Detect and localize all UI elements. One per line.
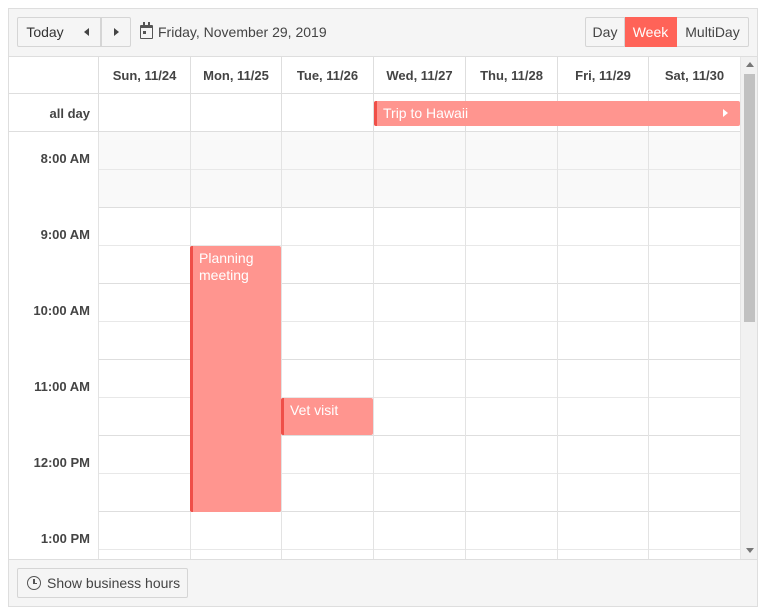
time-label: 11:00 AM: [34, 379, 90, 394]
show-business-hours-button[interactable]: Show business hours: [17, 568, 188, 598]
event-planning-meeting[interactable]: Planning meeting: [190, 246, 281, 512]
time-label: 9:00 AM: [40, 227, 90, 242]
allday-cell[interactable]: [98, 94, 190, 132]
event-title: Vet visit: [290, 402, 339, 418]
time-label: 10:00 AM: [33, 303, 90, 318]
time-slot[interactable]: [98, 550, 740, 559]
day-divider: [373, 132, 374, 559]
time-label: 8:00 AM: [40, 151, 90, 166]
day-divider: [281, 132, 282, 559]
business-hours-label: Show business hours: [47, 575, 181, 591]
event-trip-to-hawaii[interactable]: Trip to Hawaii: [374, 101, 740, 126]
time-slot[interactable]: [98, 208, 740, 246]
event-vet-visit[interactable]: Vet visit: [281, 398, 373, 435]
event-title: Trip to Hawaii: [383, 105, 469, 121]
scrollbar-thumb[interactable]: [744, 74, 755, 322]
footer: Show business hours: [9, 559, 757, 606]
clock-icon: [27, 576, 41, 590]
toolbar: Today Friday, November 29, 2019 Day Week…: [9, 9, 757, 57]
allday-label: all day: [49, 105, 90, 121]
week-grid: Sun, 11/24 Mon, 11/25 Tue, 11/26 Wed, 11…: [9, 57, 757, 559]
current-date: Friday, November 29, 2019: [158, 24, 327, 40]
view-week-button[interactable]: Week: [625, 17, 677, 47]
time-label: 1:00 PM: [40, 531, 90, 546]
time-label: 12:00 PM: [33, 455, 90, 470]
scheduler: Today Friday, November 29, 2019 Day Week…: [8, 8, 758, 607]
next-button[interactable]: [101, 17, 131, 47]
scroll-down-icon[interactable]: [746, 548, 754, 553]
day-header: Mon, 11/25: [190, 57, 281, 94]
day-divider: [465, 132, 466, 559]
continues-right-icon: [723, 109, 728, 117]
time-slot[interactable]: [98, 512, 740, 550]
time-slot[interactable]: [98, 132, 740, 170]
time-slot[interactable]: [98, 170, 740, 208]
scroll-up-icon[interactable]: [746, 62, 754, 67]
caret-right-icon: [113, 28, 119, 36]
day-header-row: Sun, 11/24 Mon, 11/25 Tue, 11/26 Wed, 11…: [9, 57, 740, 94]
day-divider: [648, 132, 649, 559]
day-header: Fri, 11/29: [557, 57, 648, 94]
day-header: Wed, 11/27: [373, 57, 465, 94]
day-header: Sat, 11/30: [648, 57, 740, 94]
day-divider: [98, 132, 99, 559]
calendar-icon: [140, 22, 153, 39]
allday-cell[interactable]: [190, 94, 281, 132]
allday-row: all day Trip to Hawaii: [9, 94, 740, 132]
day-header: Sun, 11/24: [98, 57, 190, 94]
date-picker[interactable]: Friday, November 29, 2019: [140, 22, 327, 41]
event-title: Planning meeting: [199, 250, 254, 283]
today-button[interactable]: Today: [17, 17, 73, 47]
vertical-scrollbar[interactable]: [740, 57, 757, 559]
day-header: Thu, 11/28: [465, 57, 557, 94]
day-divider: [557, 132, 558, 559]
allday-cell[interactable]: [281, 94, 373, 132]
day-header: Tue, 11/26: [281, 57, 373, 94]
view-multiday-button[interactable]: MultiDay: [677, 17, 749, 47]
caret-left-icon: [83, 28, 89, 36]
prev-button[interactable]: [72, 17, 101, 47]
view-switcher: Day Week MultiDay: [585, 17, 749, 47]
view-day-button[interactable]: Day: [585, 17, 625, 47]
